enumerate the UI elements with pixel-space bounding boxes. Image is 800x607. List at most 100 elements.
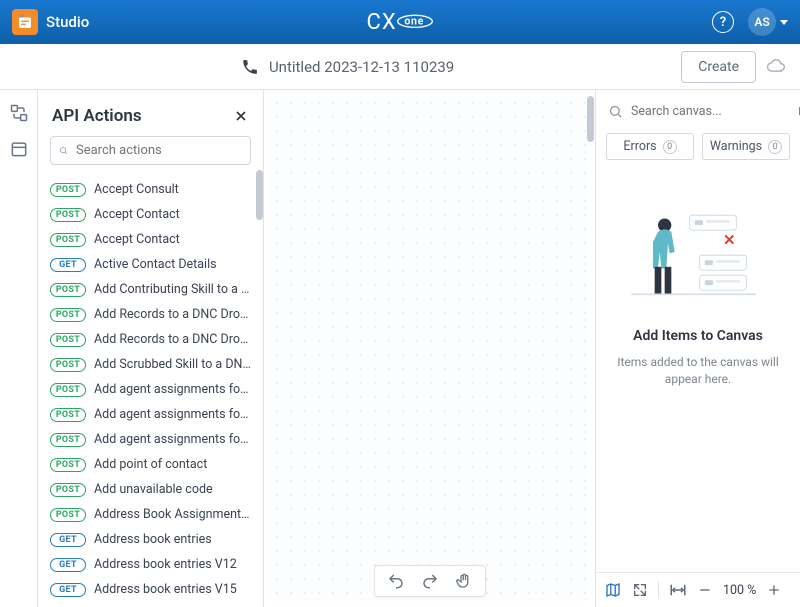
top-bar: Studio CX one ? AS — [0, 0, 800, 44]
post-badge: POST — [50, 483, 86, 497]
post-badge: POST — [50, 283, 86, 297]
left-rail — [0, 90, 38, 607]
zoom-in-button[interactable] — [766, 582, 782, 598]
post-badge: POST — [50, 433, 86, 447]
scrollbar-thumb[interactable] — [256, 170, 263, 220]
action-item[interactable]: POST Accept Consult — [48, 177, 253, 202]
api-actions-panel: API Actions POSTAccept ConsultPOSTAccept… — [38, 90, 264, 607]
fit-width-icon[interactable] — [669, 581, 687, 599]
properties-panel: ID Errors 0 Warnings 0 ✕ — [595, 90, 800, 607]
post-badge: POST — [50, 183, 86, 197]
action-label: Address book entries — [94, 532, 212, 547]
tab-errors[interactable]: Errors 0 — [606, 133, 694, 160]
svg-text:one: one — [404, 15, 424, 28]
action-label: Add Scrubbed Skill to a DNC… — [94, 357, 251, 372]
app-name: Studio — [46, 13, 89, 31]
get-badge: GET — [50, 258, 86, 272]
post-badge: POST — [50, 383, 86, 397]
post-badge: POST — [50, 208, 86, 222]
close-icon[interactable] — [233, 108, 249, 124]
undo-button[interactable] — [387, 572, 405, 590]
workspace: API Actions POSTAccept ConsultPOSTAccept… — [0, 90, 800, 607]
canvas-zoom-toolbar: 100 % — [596, 572, 800, 607]
action-label: Accept Consult — [94, 182, 179, 197]
action-item[interactable]: POST Address Book Assignment V4 — [48, 502, 253, 527]
action-item[interactable]: POST Add agent assignments for s… — [48, 427, 253, 452]
action-item[interactable]: GET Address book entries V12 — [48, 552, 253, 577]
search-actions-field[interactable] — [76, 143, 242, 158]
action-item[interactable]: GET Address book entries — [48, 527, 253, 552]
create-button[interactable]: Create — [681, 51, 756, 83]
action-item[interactable]: POST Add Records to a DNC Droup — [48, 327, 253, 352]
get-badge: GET — [50, 558, 86, 572]
fullscreen-icon[interactable] — [632, 582, 648, 598]
post-badge: POST — [50, 458, 86, 472]
help-icon[interactable]: ? — [712, 11, 734, 33]
action-item[interactable]: POST Add Contributing Skill to a D… — [48, 277, 253, 302]
phone-icon — [241, 58, 259, 76]
post-badge: POST — [50, 408, 86, 422]
canvas-area[interactable] — [264, 90, 595, 607]
user-menu[interactable]: AS — [748, 8, 788, 36]
post-badge: POST — [50, 508, 86, 522]
map-icon[interactable] — [604, 581, 622, 599]
action-label: Add Contributing Skill to a D… — [94, 282, 251, 297]
action-label: Accept Contact — [94, 207, 180, 222]
document-bar: Untitled 2023-12-13 110239 Create — [0, 44, 800, 90]
action-label: Add Records to a DNC Droup — [94, 307, 251, 322]
empty-text: Items added to the canvas will appear he… — [610, 354, 786, 389]
post-badge: POST — [50, 358, 86, 372]
empty-state: ✕ Add Items to Canvas Items added to the… — [596, 166, 800, 572]
canvas-grid[interactable] — [270, 96, 589, 601]
scrollbar-thumb[interactable] — [587, 96, 594, 142]
search-canvas-field[interactable] — [631, 104, 790, 119]
chevron-down-icon — [780, 20, 788, 25]
action-item[interactable]: POST Accept Contact — [48, 227, 253, 252]
canvas-toolbar — [374, 565, 486, 597]
action-item[interactable]: GET Active Contact Details — [48, 252, 253, 277]
document-title: Untitled 2023-12-13 110239 — [269, 58, 454, 76]
post-badge: POST — [50, 233, 86, 247]
rail-flow-icon[interactable] — [8, 102, 30, 124]
avatar: AS — [748, 8, 776, 36]
action-label: Add agent assignments for s… — [94, 382, 251, 397]
zoom-out-button[interactable] — [697, 582, 713, 598]
action-label: Accept Contact — [94, 232, 180, 247]
action-label: Add Records to a DNC Droup — [94, 332, 251, 347]
rail-calendar-icon[interactable] — [8, 138, 30, 160]
app-logo — [12, 9, 38, 35]
action-item[interactable]: POST Add agent assignments for s… — [48, 377, 253, 402]
action-label: Active Contact Details — [94, 257, 217, 272]
redo-button[interactable] — [421, 572, 439, 590]
brand-logo: CX one — [367, 10, 435, 35]
svg-text:✕: ✕ — [723, 231, 736, 249]
action-item[interactable]: POST Accept Contact — [48, 202, 253, 227]
action-label: Address book entries V15 — [94, 582, 237, 597]
get-badge: GET — [50, 533, 86, 547]
cloud-sync-icon[interactable] — [766, 57, 786, 77]
action-label: Add point of contact — [94, 457, 207, 472]
action-label: Add agent assignments for s… — [94, 432, 251, 447]
search-actions-input[interactable] — [50, 136, 251, 165]
action-label: Address book entries V12 — [94, 557, 237, 572]
action-item[interactable]: POST Add unavailable code — [48, 477, 253, 502]
action-item[interactable]: POST Add point of contact — [48, 452, 253, 477]
post-badge: POST — [50, 333, 86, 347]
post-badge: POST — [50, 308, 86, 322]
search-icon — [59, 143, 68, 158]
action-list[interactable]: POSTAccept ConsultPOSTAccept ContactPOST… — [38, 175, 263, 607]
tab-warnings[interactable]: Warnings 0 — [702, 133, 790, 160]
action-label: Add agent assignments for s… — [94, 407, 251, 422]
action-item[interactable]: POST Add agent assignments for s… — [48, 402, 253, 427]
action-item[interactable]: GET Address book entries V15 — [48, 577, 253, 602]
pan-hand-button[interactable] — [455, 572, 473, 590]
search-icon — [608, 104, 623, 119]
search-canvas-input[interactable] — [606, 100, 792, 123]
action-item[interactable]: POST Add Scrubbed Skill to a DNC… — [48, 352, 253, 377]
get-badge: GET — [50, 583, 86, 597]
empty-state-illustration: ✕ — [623, 206, 773, 316]
action-label: Address Book Assignment V4 — [94, 507, 251, 522]
action-item[interactable]: POST Add Records to a DNC Droup — [48, 302, 253, 327]
empty-title: Add Items to Canvas — [633, 328, 763, 344]
action-label: Add unavailable code — [94, 482, 213, 497]
